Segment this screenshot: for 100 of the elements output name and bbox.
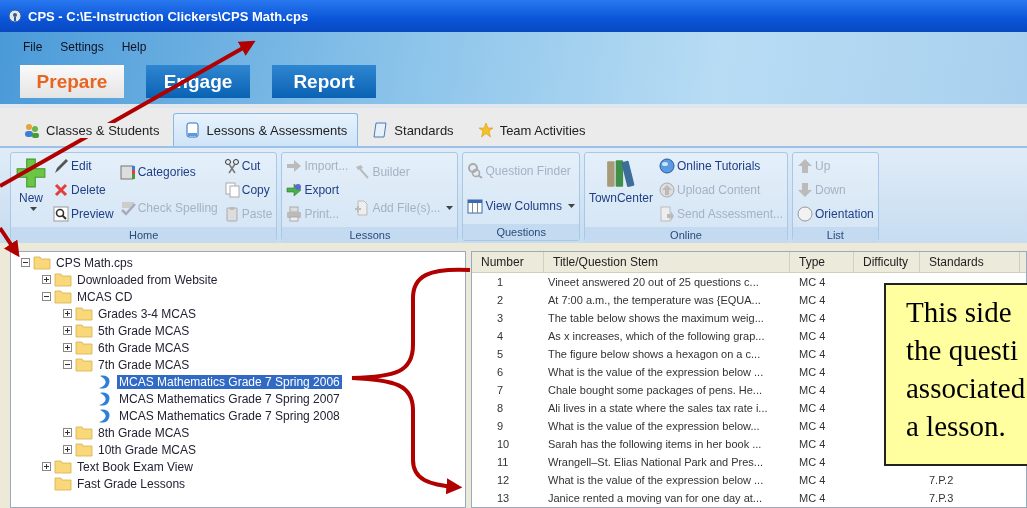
ribbon-button[interactable]: Delete [53,179,114,201]
table-cell-text: 11 [496,455,510,470]
table-cell-text: 1 [496,275,505,290]
plus-icon [15,157,47,189]
group-label: Questions [463,224,579,240]
tab[interactable]: Lessons & Assessments [173,113,359,146]
menu-item[interactable]: File [14,40,52,54]
table-cell-text: 9 [496,419,505,434]
printer-icon [286,206,303,222]
ribbon-button[interactable]: Cut [223,155,273,177]
table-cell-text: Wrangell–St. Elias National Park and Pres... [547,455,764,470]
ribbon-button[interactable]: New [15,155,47,211]
table-cell-text: MC 4 [798,473,827,488]
tree-item[interactable]: Downloaded from Website [75,272,220,287]
tree-item[interactable]: MCAS Mathematics Grade 7 Spring 2006 [117,374,342,389]
globe-icon [658,158,675,174]
ribbon-button[interactable]: Categories [119,161,218,183]
table-cell-text: What is the value of the expression below... [547,419,761,434]
folder-icon [33,255,51,270]
tree-item[interactable]: MCAS Mathematics Grade 7 Spring 2008 [117,408,342,423]
expand-icon[interactable] [63,445,72,454]
folder-icon [54,289,72,304]
upload-icon [658,182,675,198]
table-cell-text: MC 4 [798,311,827,326]
expand-icon[interactable] [63,428,72,437]
column-header[interactable]: Number [472,252,544,272]
table-cell-text: MC 4 [798,419,827,434]
clipboard-icon [223,206,240,222]
file-icon [354,200,371,216]
tree-item[interactable]: 5th Grade MCAS [96,323,192,338]
document-icon [184,122,201,138]
folder-icon [75,357,93,372]
ribbon-button[interactable]: Edit [53,155,114,177]
expand-icon[interactable] [63,343,72,352]
menu-item[interactable]: Settings [51,40,113,54]
collapse-icon[interactable] [21,258,30,267]
column-header[interactable]: Title/Question Stem [544,252,790,272]
folder-icon [75,306,93,321]
column-header[interactable]: Type [790,252,854,272]
folder-icon [75,340,93,355]
tree-item[interactable]: MCAS Mathematics Grade 7 Spring 2007 [117,391,342,406]
collapse-icon[interactable] [42,292,51,301]
table-cell-text: 3 [496,311,505,326]
expand-icon[interactable] [42,275,51,284]
group-label: Home [11,227,277,243]
tree-item[interactable]: 7th Grade MCAS [96,357,192,372]
ribbon-button[interactable]: Copy [223,179,273,201]
column-header[interactable]: Standards [920,252,1020,272]
folder-icon [75,442,93,457]
table-cell-text: Janice rented a moving van for one day at... [547,491,764,506]
folder-icon [75,425,93,440]
table-cell-text: MC 4 [798,293,827,308]
scissors-icon [223,158,240,174]
ribbon-button[interactable]: Export [286,179,349,201]
scroll-icon [372,122,389,138]
tab[interactable]: Report [272,65,376,98]
down-arrow-icon [797,182,814,198]
collapse-icon[interactable] [63,360,72,369]
ribbon-button[interactable]: View Columns [467,194,575,217]
magnifier-icon [53,206,69,222]
circle-icon [797,206,814,222]
expand-icon[interactable] [42,462,51,471]
pencil-icon [53,158,69,174]
menu-item[interactable]: Help [112,40,156,54]
folder-icon [54,476,72,491]
tab[interactable]: Team Activities [467,114,596,146]
arrow-icon [286,158,303,174]
table-cell-text: Chale bought some packages of pens. He... [547,383,764,398]
ribbon-button[interactable]: TownCenter [588,155,653,205]
table-cell-text: 7.P.3 [928,491,955,506]
tree-item[interactable]: 8th Grade MCAS [96,425,192,440]
table-cell-text: Vineet answered 20 out of 25 questions c... [547,275,760,290]
ribbon-button[interactable]: Preview [53,203,114,225]
table-cell-text: 7 [496,383,505,398]
tree-item[interactable]: 6th Grade MCAS [96,340,192,355]
group-label: Online [584,227,788,243]
tree-item[interactable]: MCAS CD [75,289,135,304]
tree-item[interactable]: CPS Math.cps [54,255,135,270]
folder-icon [75,323,93,338]
callout-text: This side [906,295,1013,330]
tree-item[interactable]: Text Book Exam View [75,459,195,474]
table-cell-text: MC 4 [798,383,827,398]
hammer-icon [354,164,371,180]
column-header[interactable]: Difficulty [854,252,920,272]
tree-item[interactable]: Grades 3-4 MCAS [96,306,199,321]
table-cell-text: 13 [496,491,511,506]
tree-item[interactable]: 10th Grade MCAS [96,442,199,457]
arrow-icon [286,182,303,198]
group-label: List [793,227,878,243]
table-cell-text: MC 4 [798,437,827,452]
tab[interactable]: Classes & Students [14,114,170,146]
table-cell-text: 10 [496,437,511,452]
table-cell-text: What is the value of the expression below ... [547,473,765,488]
ribbon-button[interactable]: Online Tutorials [658,155,784,177]
expand-icon[interactable] [63,326,72,335]
checkmark-icon [119,200,136,216]
expand-icon[interactable] [63,309,72,318]
tree-item[interactable]: Fast Grade Lessons [75,476,188,491]
ribbon-button[interactable]: Orientation [797,203,874,225]
tab[interactable]: Standards [362,114,464,146]
